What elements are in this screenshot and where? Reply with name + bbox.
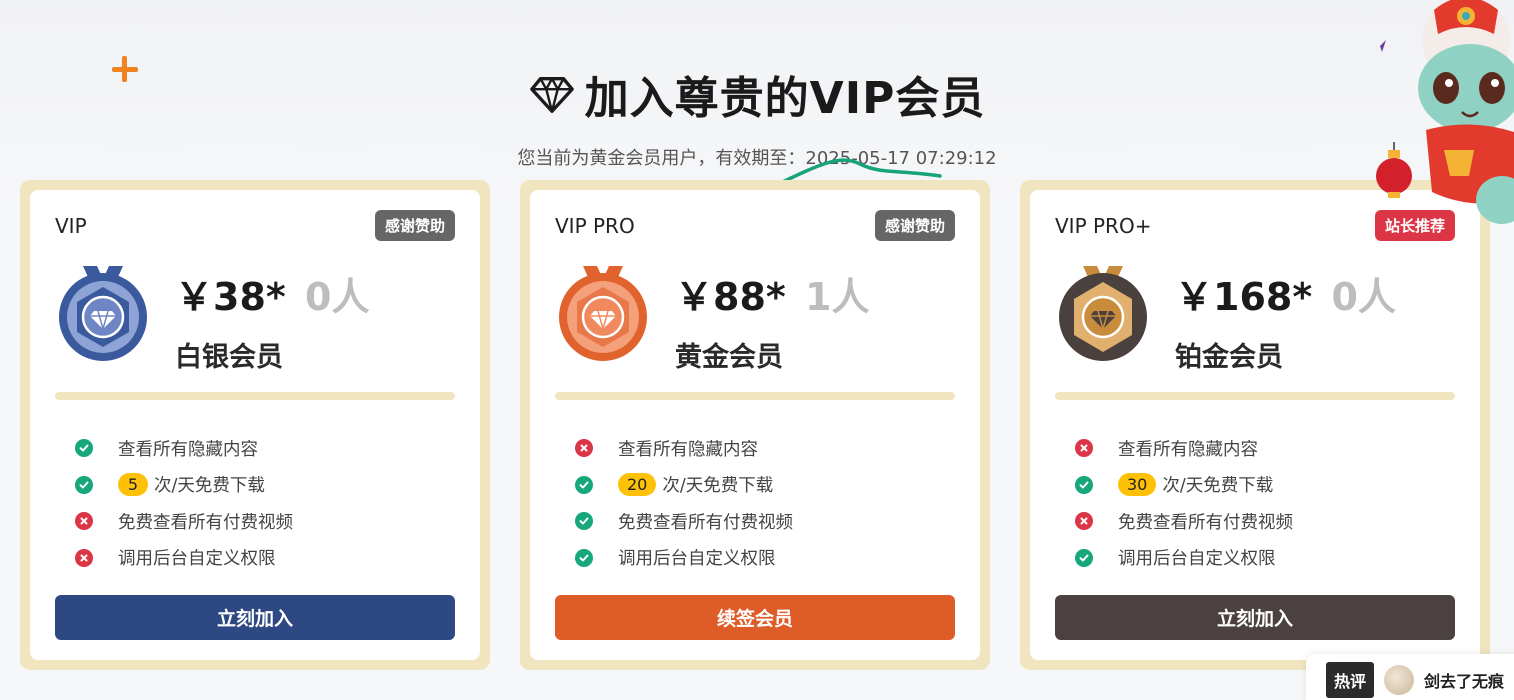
x-circle-icon bbox=[575, 439, 593, 458]
medal-icon bbox=[59, 266, 147, 361]
plan-badge: 感谢赞助 bbox=[874, 210, 955, 241]
plan-subscriber-count: 1人 bbox=[805, 275, 870, 319]
download-count-badge: 5 bbox=[118, 473, 148, 497]
feature-label: 调用后台自定义权限 bbox=[1118, 549, 1276, 570]
x-circle-icon bbox=[1075, 439, 1093, 458]
feature-label: 调用后台自定义权限 bbox=[118, 549, 276, 570]
hot-comment-tag: 热评 bbox=[1326, 662, 1375, 698]
download-count-badge: 30 bbox=[1118, 473, 1157, 497]
feature-item: 5 次/天免费下载 bbox=[75, 467, 293, 504]
title-text: 加入尊贵的VIP会员 bbox=[584, 73, 986, 124]
renew-button[interactable]: 续签会员 bbox=[555, 595, 955, 640]
hot-comment-text: 剑去了无痕 bbox=[1424, 672, 1505, 691]
feature-list: 查看所有隐藏内容 30 次/天免费下载 免费查看所有付费视频 调用后台自定义权限 bbox=[1075, 430, 1293, 576]
page-title: 加入尊贵的VIP会员 bbox=[529, 62, 986, 126]
check-circle-icon bbox=[1075, 548, 1093, 567]
feature-label: 次/天免费下载 bbox=[662, 476, 774, 497]
plan-price: ￥88* bbox=[675, 275, 786, 319]
feature-item: 查看所有隐藏内容 bbox=[575, 430, 793, 467]
feature-item: 查看所有隐藏内容 bbox=[1075, 430, 1293, 467]
plan-list: VIP 感谢赞助 ￥38* 0人 白银会员 查看所有隐藏内容 5 次/天免费下载… bbox=[20, 180, 1490, 670]
plan-card-vip-pro-plus: VIP PRO+ 站长推荐 ￥168* 0人 铂金会员 查看所有隐藏内容 30 … bbox=[1020, 180, 1490, 670]
plan-level-name: 白银会员 bbox=[175, 342, 283, 373]
feature-item: 20 次/天免费下载 bbox=[575, 467, 793, 504]
feature-label: 调用后台自定义权限 bbox=[618, 549, 776, 570]
plan-level-name: 铂金会员 bbox=[1175, 342, 1283, 373]
divider bbox=[555, 392, 955, 400]
x-circle-icon bbox=[75, 548, 93, 567]
feature-label: 免费查看所有付费视频 bbox=[118, 512, 293, 533]
feature-list: 查看所有隐藏内容 20 次/天免费下载 免费查看所有付费视频 调用后台自定义权限 bbox=[575, 430, 793, 576]
feature-label: 免费查看所有付费视频 bbox=[618, 512, 793, 533]
page-header: 加入尊贵的VIP会员 您当前为黄金会员用户，有效期至：2025-05-17 07… bbox=[0, 62, 1514, 170]
avatar bbox=[1384, 665, 1415, 695]
check-circle-icon bbox=[575, 475, 593, 494]
feature-label: 查看所有隐藏内容 bbox=[618, 439, 758, 460]
check-circle-icon bbox=[1075, 475, 1093, 494]
medal-icon bbox=[559, 266, 647, 361]
medal-icon bbox=[1059, 266, 1147, 361]
feature-item: 免费查看所有付费视频 bbox=[1075, 503, 1293, 540]
divider bbox=[1055, 392, 1455, 400]
plan-subscriber-count: 0人 bbox=[305, 275, 370, 319]
feature-item: 调用后台自定义权限 bbox=[575, 540, 793, 577]
feature-item: 30 次/天免费下载 bbox=[1075, 467, 1293, 504]
plan-price: ￥38* bbox=[175, 275, 286, 319]
feature-label: 次/天免费下载 bbox=[1162, 476, 1274, 497]
plan-badge: 感谢赞助 bbox=[374, 210, 455, 241]
feature-item: 免费查看所有付费视频 bbox=[575, 503, 793, 540]
x-circle-icon bbox=[75, 512, 93, 531]
feature-list: 查看所有隐藏内容 5 次/天免费下载 免费查看所有付费视频 调用后台自定义权限 bbox=[75, 430, 293, 576]
feature-item: 调用后台自定义权限 bbox=[1075, 540, 1293, 577]
feature-label: 查看所有隐藏内容 bbox=[1118, 439, 1258, 460]
download-count-badge: 20 bbox=[618, 473, 657, 497]
join-button[interactable]: 立刻加入 bbox=[1055, 595, 1455, 640]
x-circle-icon bbox=[1075, 512, 1093, 531]
diamond-icon bbox=[529, 76, 574, 113]
feature-label: 次/天免费下载 bbox=[154, 476, 265, 497]
check-circle-icon bbox=[75, 439, 93, 458]
plan-price: ￥168* bbox=[1175, 275, 1313, 319]
hot-comment-bar[interactable]: 热评 剑去了无痕 bbox=[1306, 654, 1514, 700]
plan-card-vip: VIP 感谢赞助 ￥38* 0人 白银会员 查看所有隐藏内容 5 次/天免费下载… bbox=[20, 180, 490, 670]
feature-item: 调用后台自定义权限 bbox=[75, 540, 293, 577]
membership-status: 您当前为黄金会员用户，有效期至：2025-05-17 07:29:12 bbox=[517, 148, 997, 169]
check-circle-icon bbox=[575, 548, 593, 567]
feature-label: 查看所有隐藏内容 bbox=[118, 439, 258, 460]
feature-item: 查看所有隐藏内容 bbox=[75, 430, 293, 467]
join-button[interactable]: 立刻加入 bbox=[55, 595, 455, 640]
check-circle-icon bbox=[575, 512, 593, 531]
plan-card-vip-pro: VIP PRO 感谢赞助 ￥88* 1人 黄金会员 查看所有隐藏内容 20 次/… bbox=[520, 180, 990, 670]
feature-item: 免费查看所有付费视频 bbox=[75, 503, 293, 540]
dragon-mascot-icon bbox=[1376, 0, 1514, 224]
divider bbox=[55, 392, 455, 400]
plan-subscriber-count: 0人 bbox=[1331, 275, 1396, 319]
check-circle-icon bbox=[75, 475, 93, 494]
plan-level-name: 黄金会员 bbox=[675, 342, 783, 373]
feature-label: 免费查看所有付费视频 bbox=[1118, 512, 1293, 533]
